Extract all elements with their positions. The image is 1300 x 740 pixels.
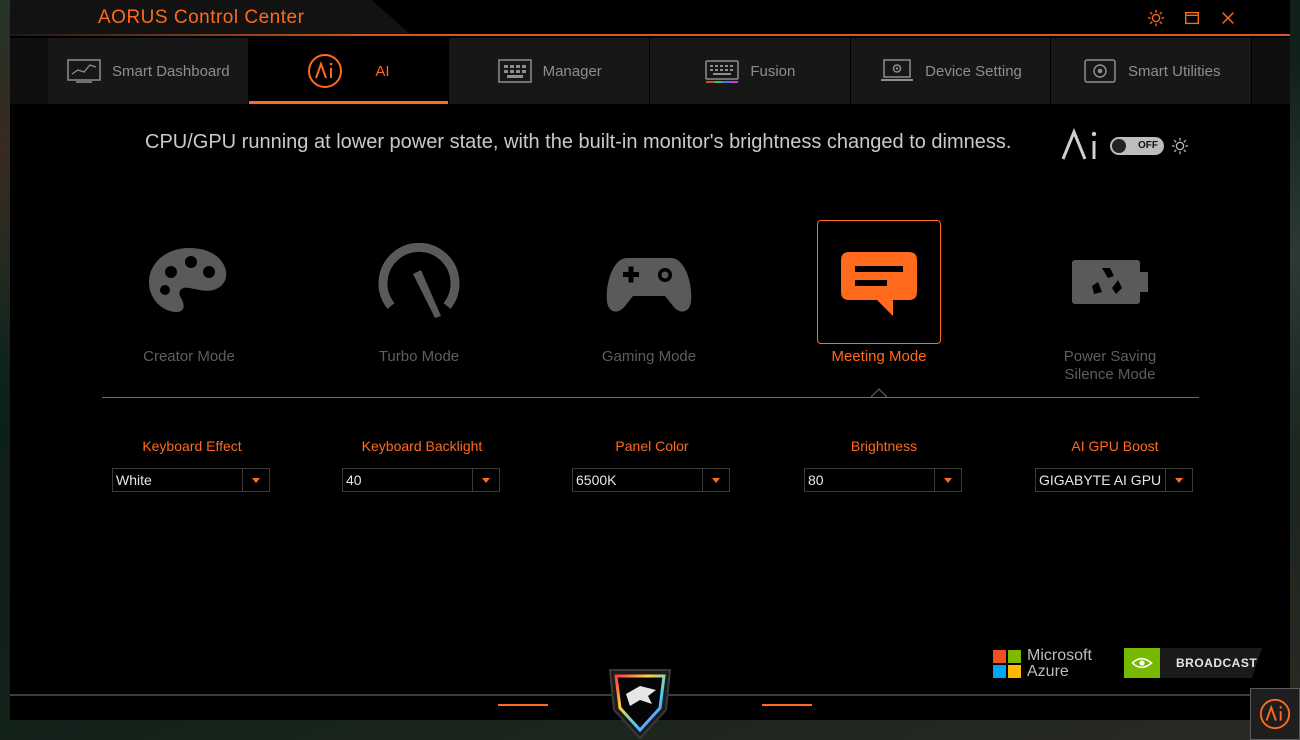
close-button[interactable] xyxy=(1218,8,1238,28)
nvidia-icon xyxy=(1124,648,1160,678)
ai-gpu-boost-dropdown[interactable]: GIGABYTE AI GPU xyxy=(1035,468,1193,492)
mode-power-saving[interactable]: Power Saving Silence Mode xyxy=(1020,220,1200,390)
mode-turbo[interactable]: Turbo Mode xyxy=(329,220,509,390)
microsoft-azure-logo: Microsoft Azure xyxy=(993,648,1092,680)
brightness-dropdown[interactable]: 80 xyxy=(804,468,962,492)
ai-toggle[interactable]: OFF xyxy=(1110,137,1164,155)
maximize-button[interactable] xyxy=(1182,8,1202,28)
mode-label: Turbo Mode xyxy=(378,348,460,365)
mode-gaming[interactable]: Gaming Mode xyxy=(559,220,739,390)
setting-label: Keyboard Backlight xyxy=(361,438,483,454)
sun-settings-icon xyxy=(1147,9,1165,27)
ai-toggle-state: OFF xyxy=(1138,140,1158,151)
setting-panel-color: Panel Color 6500K xyxy=(572,438,732,492)
dropdown-arrow-icon xyxy=(242,469,269,491)
panel-color-dropdown[interactable]: 6500K xyxy=(572,468,730,492)
tab-label: Fusion xyxy=(750,62,796,80)
setting-label: Brightness xyxy=(850,438,918,454)
setting-label: AI GPU Boost xyxy=(1071,438,1159,454)
nvidia-broadcast-logo: BROADCAST xyxy=(1124,648,1262,678)
mode-pointer-icon xyxy=(871,388,887,398)
mode-label: Meeting Mode xyxy=(831,348,927,365)
ai-logo-icon xyxy=(1061,128,1097,160)
microsoft-icon xyxy=(993,650,1021,678)
tab-label: Smart Dashboard xyxy=(112,62,230,80)
setting-ai-gpu-boost: AI GPU Boost GIGABYTE AI GPU xyxy=(1035,438,1195,492)
mode-label: Gaming Mode xyxy=(601,348,697,365)
palette-icon xyxy=(149,248,227,312)
ai-tray-button[interactable] xyxy=(1250,688,1300,740)
mode-meeting[interactable]: Meeting Mode xyxy=(789,220,969,390)
keyboard-icon xyxy=(704,58,740,84)
keyboard-backlight-dropdown[interactable]: 40 xyxy=(342,468,500,492)
brightness-icon xyxy=(1171,137,1189,155)
app-window: AORUS Control Center Smart Dashboard AI … xyxy=(10,0,1290,720)
setting-label: Panel Color xyxy=(615,438,689,454)
tab-label: Smart Utilities xyxy=(1127,62,1221,80)
mode-label: Creator Mode xyxy=(143,348,235,365)
mode-divider xyxy=(102,397,1199,398)
tab-label: AI xyxy=(375,62,390,80)
aorus-shield-icon xyxy=(608,669,672,740)
tab-fusion[interactable]: Fusion xyxy=(650,38,851,104)
ai-icon xyxy=(1259,698,1291,730)
gamepad-icon xyxy=(606,258,692,312)
maximize-icon xyxy=(1185,11,1199,25)
mode-label: Power Saving Silence Mode xyxy=(1063,348,1157,383)
chat-icon xyxy=(841,252,917,316)
tab-device-setting[interactable]: Device Setting xyxy=(850,38,1052,104)
eco-battery-icon xyxy=(1072,260,1148,304)
window-title: AORUS Control Center xyxy=(98,7,305,28)
setting-brightness: Brightness 80 xyxy=(804,438,964,492)
settings-button[interactable] xyxy=(1146,8,1166,28)
tab-manager[interactable]: Manager xyxy=(449,38,651,104)
smart-utilities-icon xyxy=(1082,58,1118,84)
dropdown-arrow-icon xyxy=(934,469,961,491)
tab-smart-utilities[interactable]: Smart Utilities xyxy=(1051,38,1253,104)
setting-label: Keyboard Effect xyxy=(142,438,242,454)
ai-icon xyxy=(307,54,343,88)
setting-keyboard-backlight: Keyboard Backlight 40 xyxy=(342,438,502,492)
mode-description: CPU/GPU running at lower power state, wi… xyxy=(145,131,1012,153)
tab-label: Device Setting xyxy=(925,62,1022,80)
dropdown-arrow-icon xyxy=(702,469,729,491)
dropdown-arrow-icon xyxy=(472,469,499,491)
title-bar[interactable]: AORUS Control Center xyxy=(10,0,1290,36)
window-controls xyxy=(1146,8,1238,28)
tab-label: Manager xyxy=(542,62,602,80)
setting-keyboard-effect: Keyboard Effect White xyxy=(112,438,272,492)
close-icon xyxy=(1222,12,1234,24)
tab-smart-dashboard[interactable]: Smart Dashboard xyxy=(48,38,249,104)
manager-icon xyxy=(497,58,533,84)
speedometer-icon xyxy=(378,242,460,318)
mode-creator[interactable]: Creator Mode xyxy=(99,220,279,390)
tab-ai[interactable]: AI xyxy=(248,38,450,104)
mode-selector: Creator Mode Turbo Mode Gaming Mode Meet… xyxy=(10,220,1290,390)
dropdown-arrow-icon xyxy=(1165,469,1192,491)
main-tabs: Smart Dashboard AI Manager Fusion Device… xyxy=(48,38,1253,104)
keyboard-effect-dropdown[interactable]: White xyxy=(112,468,270,492)
device-setting-icon xyxy=(879,58,915,84)
dashboard-icon xyxy=(66,58,102,84)
